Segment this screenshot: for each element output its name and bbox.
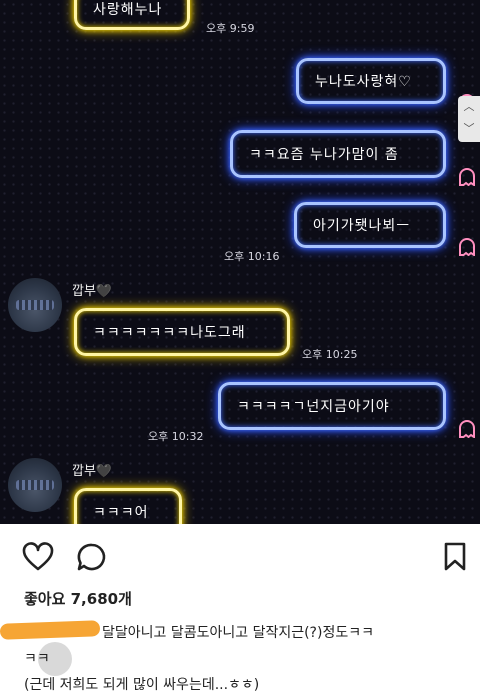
timestamp: 오후 10:32 (148, 430, 204, 443)
likes-count[interactable]: 좋아요 7,680개 (24, 588, 132, 609)
avatar (8, 458, 62, 512)
heart-icon[interactable] (22, 542, 54, 572)
timestamp: 오후 9:59 (206, 22, 255, 35)
caption-line: ㅋㅋ (24, 651, 50, 667)
scroll-down-icon[interactable]: ﹀ (458, 118, 480, 140)
sender-name: 깝부🖤 (72, 464, 113, 479)
chat-bubble-received: ㅋㅋㅋㅋㅋㅋㅋ나도그래 (74, 308, 290, 356)
caption-line: (근데 저희도 되게 많이 싸우는데...ㅎㅎ) (24, 677, 260, 693)
chat-screenshot: 사랑해누나 오후 9:59 누나도사랑혀♡ ︿ ﹀ ㅋㅋ요즘 누나가맘이 좀 아… (0, 0, 480, 524)
timestamp: 오후 10:25 (302, 348, 358, 361)
comment-icon[interactable] (76, 542, 108, 572)
post-caption: 달달아니고 달콤도아니고 달작지근(?)정도ㅋㅋ ㅋㅋ (근데 저희도 되게 많… (24, 620, 474, 698)
chat-bubble-sent: 아기가됏나뵈ㅡ (294, 202, 446, 248)
message-text: ㅋㅋㅋㅋㅋㅋㅋ나도그래 (93, 325, 246, 341)
scroll-control[interactable]: ︿ ﹀ (458, 96, 480, 142)
caption-line: 달달아니고 달콤도아니고 달작지근(?)정도ㅋㅋ (102, 625, 374, 641)
avatar (8, 278, 62, 332)
ghost-icon (459, 420, 475, 438)
post-actions (0, 536, 480, 580)
message-text: ㅋㅋㅋㅋㄱ넌지금아기야 (237, 399, 390, 415)
scroll-up-icon[interactable]: ︿ (458, 96, 480, 118)
message-text: ㅋㅋㅋ어 (93, 505, 149, 521)
chat-bubble-sent: ㅋㅋㅋㅋㄱ넌지금아기야 (218, 382, 446, 430)
chat-bubble-sent: 누나도사랑혀♡ (296, 58, 446, 104)
message-text: 사랑해누나 (93, 2, 163, 18)
chat-bubble-received: ㅋㅋㅋ어 (74, 488, 182, 524)
timestamp: 오후 10:16 (224, 250, 280, 263)
bookmark-icon[interactable] (442, 542, 468, 572)
sender-name: 깝부🖤 (72, 284, 113, 299)
message-text: 아기가됏나뵈ㅡ (313, 218, 411, 234)
chat-bubble-sent: ㅋㅋ요즘 누나가맘이 좀 (230, 130, 446, 178)
message-text: ㅋㅋ요즘 누나가맘이 좀 (249, 147, 399, 163)
chat-bubble-received: 사랑해누나 (74, 0, 190, 30)
ghost-icon (459, 238, 475, 256)
ghost-icon (459, 168, 475, 186)
message-text: 누나도사랑혀♡ (315, 74, 412, 90)
